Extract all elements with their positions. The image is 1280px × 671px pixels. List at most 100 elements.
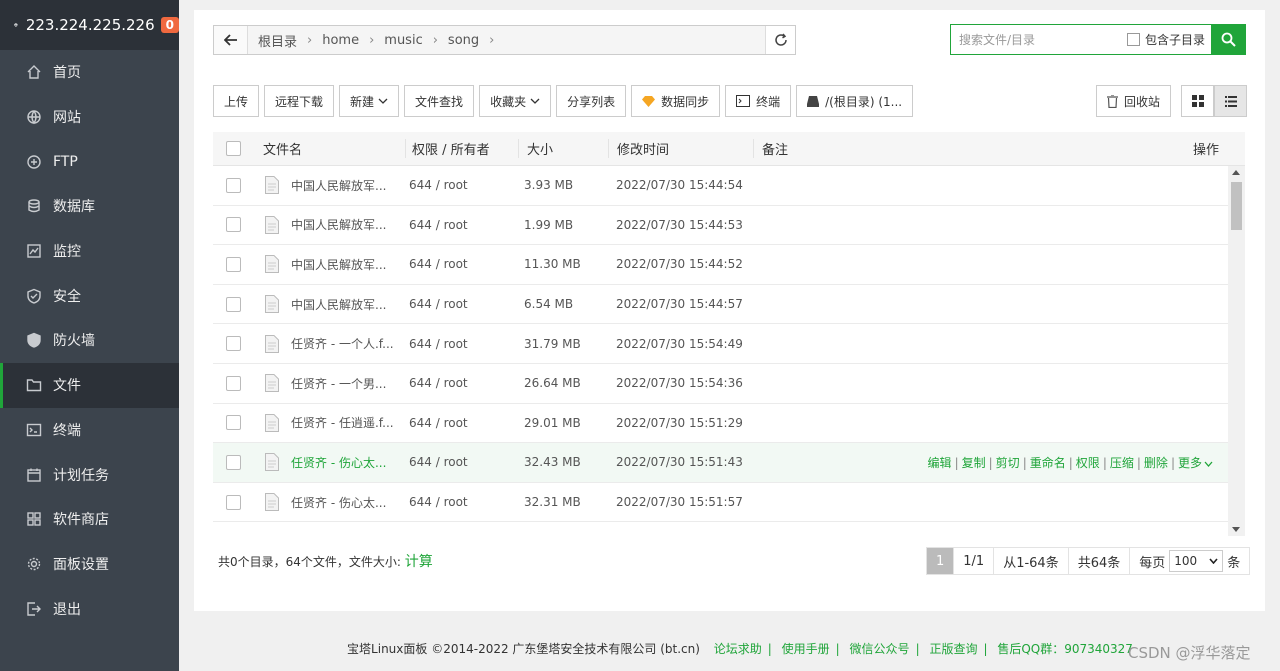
sidebar-item-3[interactable]: 数据库 [0, 184, 179, 229]
share-list-button[interactable]: 分享列表 [556, 85, 627, 117]
calculate-size-link[interactable]: 计算 [405, 554, 433, 570]
row-checkbox[interactable] [226, 177, 241, 193]
row-checkbox[interactable] [226, 454, 241, 470]
sidebar-item-label: 数据库 [53, 199, 95, 216]
search-button[interactable] [1211, 25, 1245, 54]
sidebar-item-10[interactable]: 软件商店 [0, 497, 179, 542]
server-header[interactable]: 223.224.225.226 0 [0, 0, 179, 50]
crumb-song[interactable]: song [448, 33, 479, 48]
header-perm[interactable]: 权限 / 所有者 [405, 139, 518, 158]
sidebar-item-5[interactable]: 安全 [0, 273, 179, 318]
favorites-label: 收藏夹 [490, 94, 527, 109]
sidebar-item-1[interactable]: 网站 [0, 95, 179, 140]
action-1[interactable]: 复制 [962, 456, 986, 470]
list-view-button[interactable] [1214, 85, 1248, 117]
forum-link[interactable]: 论坛求助 [714, 642, 762, 656]
crumb-root[interactable]: 根目录 [258, 31, 297, 50]
per-page-select[interactable]: 100 [1169, 550, 1224, 572]
table-row[interactable]: 任贤齐 - 一个人.f... 644 / root 31.79 MB 2022/07/… [213, 324, 1228, 364]
wechat-link[interactable]: 微信公众号 [850, 642, 910, 656]
grid-view-button[interactable] [1181, 85, 1215, 117]
row-checkbox[interactable] [226, 217, 241, 233]
sidebar-item-12[interactable]: 退出 [0, 586, 179, 631]
file-name[interactable]: 任贤齐 - 伤心太... [291, 454, 386, 471]
select-all-checkbox[interactable] [226, 141, 241, 156]
table-row[interactable]: 任贤齐 - 伤心太... 644 / root 32.43 MB 2022/07/30… [213, 443, 1228, 483]
license-link[interactable]: 正版查询 [929, 642, 977, 656]
row-checkbox[interactable] [226, 256, 241, 272]
refresh-button[interactable] [765, 26, 795, 54]
file-name[interactable]: 任贤齐 - 一个人.f... [291, 335, 394, 352]
action-3[interactable]: 重命名 [1030, 456, 1066, 470]
file-perm[interactable]: 644 / root [405, 297, 518, 311]
file-name[interactable]: 任贤齐 - 伤心太... [291, 494, 386, 511]
action-6[interactable]: 删除 [1144, 456, 1168, 470]
table-row[interactable]: 中国人民解放军... 644 / root 6.54 MB 2022/07/30 15… [213, 285, 1228, 325]
find-file-button[interactable]: 文件查找 [404, 85, 475, 117]
file-perm[interactable]: 644 / root [405, 455, 518, 469]
row-checkbox[interactable] [226, 494, 241, 510]
file-perm[interactable]: 644 / root [405, 495, 518, 509]
file-perm[interactable]: 644 / root [405, 257, 518, 271]
table-row[interactable]: 中国人民解放军... 644 / root 1.99 MB 2022/07/30 15… [213, 206, 1228, 246]
disk-button[interactable]: /(根目录) (1... [796, 85, 914, 117]
sidebar-item-8[interactable]: 终端 [0, 408, 179, 453]
action-4[interactable]: 权限 [1076, 456, 1100, 470]
row-checkbox[interactable] [226, 296, 241, 312]
favorites-button[interactable]: 收藏夹 [479, 85, 552, 117]
upload-button[interactable]: 上传 [213, 85, 260, 117]
file-name[interactable]: 中国人民解放军... [291, 296, 386, 313]
sidebar-item-2[interactable]: FTP [0, 139, 179, 184]
new-button[interactable]: 新建 [339, 85, 400, 117]
scrollbar[interactable] [1228, 166, 1245, 536]
back-button[interactable] [214, 26, 248, 54]
file-name[interactable]: 任贤齐 - 任逍遥.f... [291, 414, 394, 431]
include-subdir-toggle[interactable]: 包含子目录 [1126, 25, 1211, 54]
table-row[interactable]: 任贤齐 - 任逍遥.f... 644 / root 29.01 MB 2022/07/… [213, 404, 1228, 444]
file-name[interactable]: 中国人民解放军... [291, 216, 386, 233]
file-perm[interactable]: 644 / root [405, 416, 518, 430]
recycle-bin-button[interactable]: 回收站 [1096, 85, 1172, 117]
file-perm[interactable]: 644 / root [405, 218, 518, 232]
file-name[interactable]: 中国人民解放军... [291, 256, 386, 273]
terminal-button[interactable]: 终端 [725, 85, 792, 117]
file-name[interactable]: 中国人民解放军... [291, 177, 386, 194]
crumb-home[interactable]: home [322, 33, 359, 48]
header-mtime[interactable]: 修改时间 [608, 139, 753, 158]
action-5[interactable]: 压缩 [1110, 456, 1134, 470]
subdir-checkbox[interactable] [1126, 33, 1140, 46]
file-perm[interactable]: 644 / root [405, 178, 518, 192]
file-name[interactable]: 任贤齐 - 一个男... [291, 375, 386, 392]
page-current[interactable]: 1 [927, 548, 955, 574]
table-row[interactable]: 任贤齐 - 伤心太... 644 / root 32.31 MB 2022/07/30… [213, 483, 1228, 523]
sidebar-item-label: FTP [53, 153, 78, 170]
header-name[interactable]: 文件名 [263, 139, 405, 158]
sidebar-item-4[interactable]: 监控 [0, 229, 179, 274]
search-input[interactable]: 搜索文件/目录 [951, 25, 1127, 54]
header-size[interactable]: 大小 [518, 139, 608, 158]
sidebar-item-7[interactable]: 文件 [0, 362, 179, 408]
alert-badge[interactable]: 0 [160, 17, 179, 33]
action-7[interactable]: 更多 [1178, 456, 1202, 470]
file-summary: 共0个目录，64个文件，文件大小: 计算 [218, 551, 433, 571]
sidebar-item-6[interactable]: 防火墙 [0, 318, 179, 363]
scrollbar-thumb[interactable] [1231, 182, 1242, 230]
table-row[interactable]: 中国人民解放军... 644 / root 11.30 MB 2022/07/30 1… [213, 245, 1228, 285]
sidebar-item-11[interactable]: 面板设置 [0, 542, 179, 587]
remote-download-button[interactable]: 远程下载 [264, 85, 335, 117]
data-sync-button[interactable]: 数据同步 [631, 85, 721, 117]
action-0[interactable]: 编辑 [928, 456, 952, 470]
table-row[interactable]: 中国人民解放军... 644 / root 3.93 MB 2022/07/30 15… [213, 166, 1228, 206]
qq-group-link[interactable]: 售后QQ群：907340327 [997, 642, 1133, 656]
crumb-music[interactable]: music [384, 33, 422, 48]
manual-link[interactable]: 使用手册 [782, 642, 830, 656]
table-row[interactable]: 任贤齐 - 一个男... 644 / root 26.64 MB 2022/07/30… [213, 364, 1228, 404]
sidebar-item-0[interactable]: 首页 [0, 50, 179, 95]
row-checkbox[interactable] [226, 415, 241, 431]
file-perm[interactable]: 644 / root [405, 337, 518, 351]
row-checkbox[interactable] [226, 375, 241, 391]
row-checkbox[interactable] [226, 336, 241, 352]
sidebar-item-9[interactable]: 计划任务 [0, 452, 179, 497]
file-perm[interactable]: 644 / root [405, 376, 518, 390]
action-2[interactable]: 剪切 [996, 456, 1020, 470]
